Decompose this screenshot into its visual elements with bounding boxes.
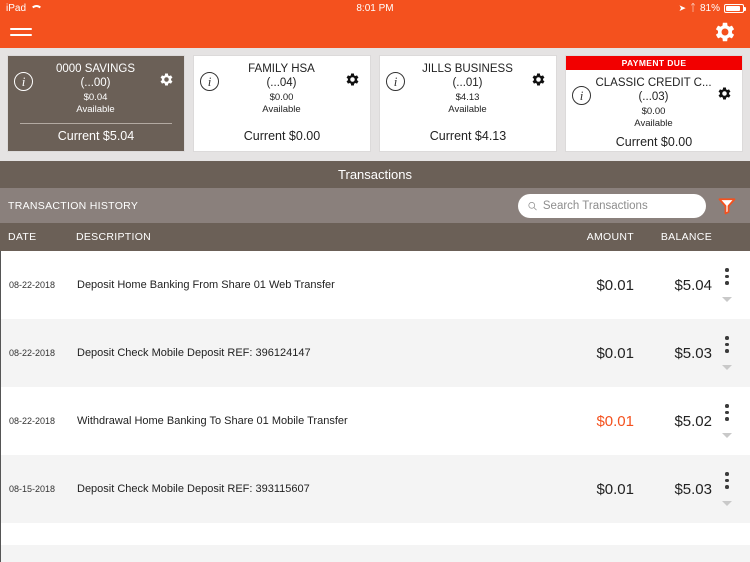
transaction-balance: $5.03: [674, 480, 712, 498]
account-available-amount: $0.00: [641, 106, 666, 117]
account-available-label: Available: [262, 104, 301, 115]
chevron-down-icon[interactable]: [722, 432, 732, 438]
account-card-body: i CLASSIC CREDIT C... (...03) $0.00 Availabl…: [566, 70, 742, 130]
transaction-balance: $5.04: [674, 276, 712, 294]
location-arrow-icon: ➤: [678, 2, 686, 13]
transaction-description: Withdrawal Home Banking To Share 01 Mobi…: [77, 415, 348, 427]
gear-icon[interactable]: [530, 71, 550, 93]
transaction-column-headers: DATE DESCRIPTION AMOUNT BALANCE: [0, 223, 750, 251]
account-mask: (...03): [638, 91, 669, 103]
account-current-balance: Current $5.04: [20, 123, 172, 151]
more-vertical-icon[interactable]: [712, 336, 742, 370]
account-mask: (...04): [266, 77, 297, 89]
app-root: iPad 8:01 PM ➤ ᛏ 81% i 0000 SAVINGS (...00…: [0, 0, 750, 562]
chevron-down-icon[interactable]: [722, 296, 732, 302]
gear-icon[interactable]: [716, 85, 736, 107]
account-cards-strip: i 0000 SAVINGS (...00) $0.04 Available Curren…: [0, 48, 750, 161]
account-available-amount: $0.04: [83, 92, 108, 103]
table-row[interactable]: 08-22-2018 Deposit Check Mobile Deposit R…: [1, 319, 750, 387]
transaction-balance: $5.02: [674, 412, 712, 430]
info-icon[interactable]: i: [386, 72, 405, 91]
hamburger-menu-icon[interactable]: [10, 24, 32, 40]
account-available-amount: $0.00: [269, 92, 294, 103]
battery-percent-label: 81%: [699, 2, 720, 14]
account-name: FAMILY HSA: [248, 63, 315, 75]
transaction-date: 08-22-2018: [9, 348, 56, 358]
bluetooth-icon: ᛏ: [689, 2, 696, 14]
account-card[interactable]: i JILLS BUSINESS (...01) $4.13 Available Curr…: [380, 56, 556, 151]
transaction-amount: $0.01: [596, 412, 634, 430]
column-header-description: DESCRIPTION: [76, 231, 152, 243]
account-mask: (...00): [80, 77, 111, 89]
transaction-balance: $5.03: [674, 344, 712, 362]
transaction-list[interactable]: 08-22-2018 Deposit Home Banking From Shar…: [0, 251, 750, 545]
transaction-history-toolbar: TRANSACTION HISTORY: [0, 188, 750, 223]
funnel-filter-icon[interactable]: [712, 197, 742, 215]
account-card-body: i FAMILY HSA (...04) $0.00 Available: [194, 56, 370, 124]
transaction-description: Deposit Home Banking From Share 01 Web T…: [77, 279, 335, 291]
ios-status-bar: iPad 8:01 PM ➤ ᛏ 81%: [0, 0, 750, 16]
account-card[interactable]: PAYMENT DUE i CLASSIC CREDIT C... (...03) $0…: [566, 56, 742, 151]
account-available-amount: $4.13: [455, 92, 480, 103]
column-header-balance: BALANCE: [660, 231, 712, 243]
transaction-amount: $0.01: [596, 276, 634, 294]
account-card-body: i 0000 SAVINGS (...00) $0.04 Available: [8, 56, 184, 123]
transactions-title-bar: Transactions: [0, 161, 750, 188]
more-vertical-icon[interactable]: [712, 268, 742, 302]
table-row[interactable]: 08-22-2018 Deposit Home Banking From Shar…: [1, 251, 750, 319]
account-card[interactable]: i FAMILY HSA (...04) $0.00 Available Current …: [194, 56, 370, 151]
gear-icon[interactable]: [344, 71, 364, 93]
info-icon[interactable]: i: [200, 72, 219, 91]
account-card-body: i JILLS BUSINESS (...01) $4.13 Available: [380, 56, 556, 124]
chevron-down-icon[interactable]: [722, 500, 732, 506]
account-name: JILLS BUSINESS: [422, 63, 513, 75]
more-vertical-icon[interactable]: [712, 472, 742, 506]
account-summary: JILLS BUSINESS (...01) $4.13 Available: [405, 62, 530, 116]
status-bar-clock: 8:01 PM: [356, 2, 394, 14]
page-title: Transactions: [338, 167, 412, 182]
account-current-balance: Current $0.00: [615, 135, 693, 149]
account-summary: 0000 SAVINGS (...00) $0.04 Available: [33, 62, 158, 116]
more-vertical-icon[interactable]: [712, 404, 742, 438]
account-available-label: Available: [448, 104, 487, 115]
transaction-description: Deposit Check Mobile Deposit REF: 393115…: [77, 483, 310, 495]
transaction-date: 08-22-2018: [9, 416, 56, 426]
search-transactions-box[interactable]: [518, 193, 706, 218]
transaction-list-footer: [0, 545, 750, 562]
app-navbar: [0, 16, 750, 48]
account-mask: (...01): [452, 77, 483, 89]
search-input[interactable]: [542, 199, 697, 212]
column-header-amount: AMOUNT: [586, 231, 634, 243]
account-available-label: Available: [634, 118, 673, 129]
account-name: 0000 SAVINGS: [55, 63, 136, 75]
battery-icon: [724, 3, 746, 13]
transaction-date: 08-15-2018: [9, 484, 56, 494]
account-available-label: Available: [76, 104, 115, 115]
status-bar-right: ➤ ᛏ 81%: [678, 2, 746, 14]
payment-due-badge: PAYMENT DUE: [566, 56, 742, 70]
account-current-balance: Current $4.13: [429, 129, 507, 143]
account-card[interactable]: i 0000 SAVINGS (...00) $0.04 Available Curren…: [8, 56, 184, 151]
search-icon: [528, 201, 537, 210]
table-row[interactable]: 08-22-2018 Withdrawal Home Banking To Sha…: [1, 387, 750, 455]
transaction-amount: $0.01: [596, 344, 634, 362]
table-row[interactable]: 08-15-2018 Deposit Check Mobile Deposit R…: [1, 455, 750, 523]
gear-icon[interactable]: [158, 71, 178, 93]
gear-icon[interactable]: [710, 17, 740, 47]
account-name: CLASSIC CREDIT C...: [595, 77, 712, 89]
transaction-description: Deposit Check Mobile Deposit REF: 396124…: [77, 347, 311, 359]
account-current-balance: Current $0.00: [243, 129, 321, 143]
account-summary: CLASSIC CREDIT C... (...03) $0.00 Available: [591, 76, 716, 130]
chevron-down-icon[interactable]: [722, 364, 732, 370]
info-icon[interactable]: i: [572, 86, 591, 105]
transaction-amount: $0.01: [596, 480, 634, 498]
info-icon[interactable]: i: [14, 72, 33, 91]
column-header-date: DATE: [8, 231, 37, 243]
transaction-history-label: TRANSACTION HISTORY: [8, 199, 139, 212]
transaction-date: 08-22-2018: [9, 280, 56, 290]
account-summary: FAMILY HSA (...04) $0.00 Available: [219, 62, 344, 116]
